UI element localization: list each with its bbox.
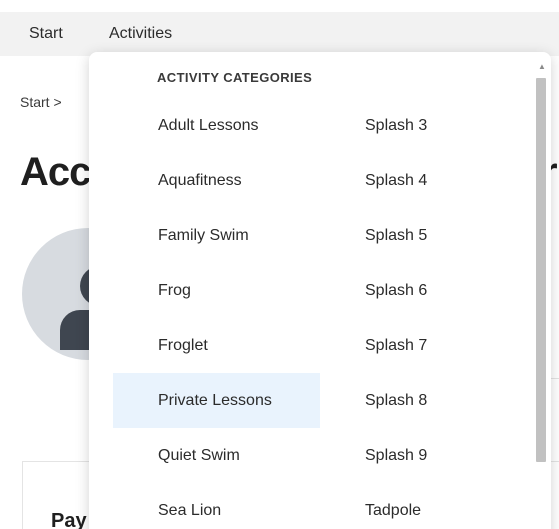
- category-froglet[interactable]: Froglet: [113, 318, 320, 373]
- payment-card-title: Pay: [51, 510, 87, 529]
- category-private-lessons[interactable]: Private Lessons: [113, 373, 320, 428]
- category-splash-7[interactable]: Splash 7: [365, 318, 515, 373]
- activities-dropdown: ACTIVITY CATEGORIES Adult Lessons Aquafi…: [89, 52, 551, 529]
- category-tadpole[interactable]: Tadpole: [365, 483, 515, 529]
- category-family-swim[interactable]: Family Swim: [113, 208, 320, 263]
- category-aquafitness[interactable]: Aquafitness: [113, 153, 320, 208]
- scrollbar-thumb[interactable]: [536, 78, 546, 462]
- dropdown-heading: ACTIVITY CATEGORIES: [157, 70, 313, 85]
- scroll-up-arrow-icon[interactable]: ▲: [538, 62, 546, 72]
- category-splash-3[interactable]: Splash 3: [365, 98, 515, 153]
- category-splash-5[interactable]: Splash 5: [365, 208, 515, 263]
- top-nav: Start Activities: [0, 12, 559, 56]
- dropdown-scrollbar[interactable]: ▲: [535, 62, 547, 529]
- breadcrumb[interactable]: Start >: [20, 94, 62, 110]
- category-quiet-swim[interactable]: Quiet Swim: [113, 428, 320, 483]
- category-splash-8[interactable]: Splash 8: [365, 373, 515, 428]
- category-frog[interactable]: Frog: [113, 263, 320, 318]
- nav-start[interactable]: Start: [29, 12, 63, 56]
- category-splash-9[interactable]: Splash 9: [365, 428, 515, 483]
- category-splash-4[interactable]: Splash 4: [365, 153, 515, 208]
- page-title: Acc: [20, 150, 91, 194]
- nav-activities[interactable]: Activities: [109, 12, 172, 56]
- category-adult-lessons[interactable]: Adult Lessons: [113, 98, 320, 153]
- category-splash-6[interactable]: Splash 6: [365, 263, 515, 318]
- category-sea-lion[interactable]: Sea Lion: [113, 483, 320, 529]
